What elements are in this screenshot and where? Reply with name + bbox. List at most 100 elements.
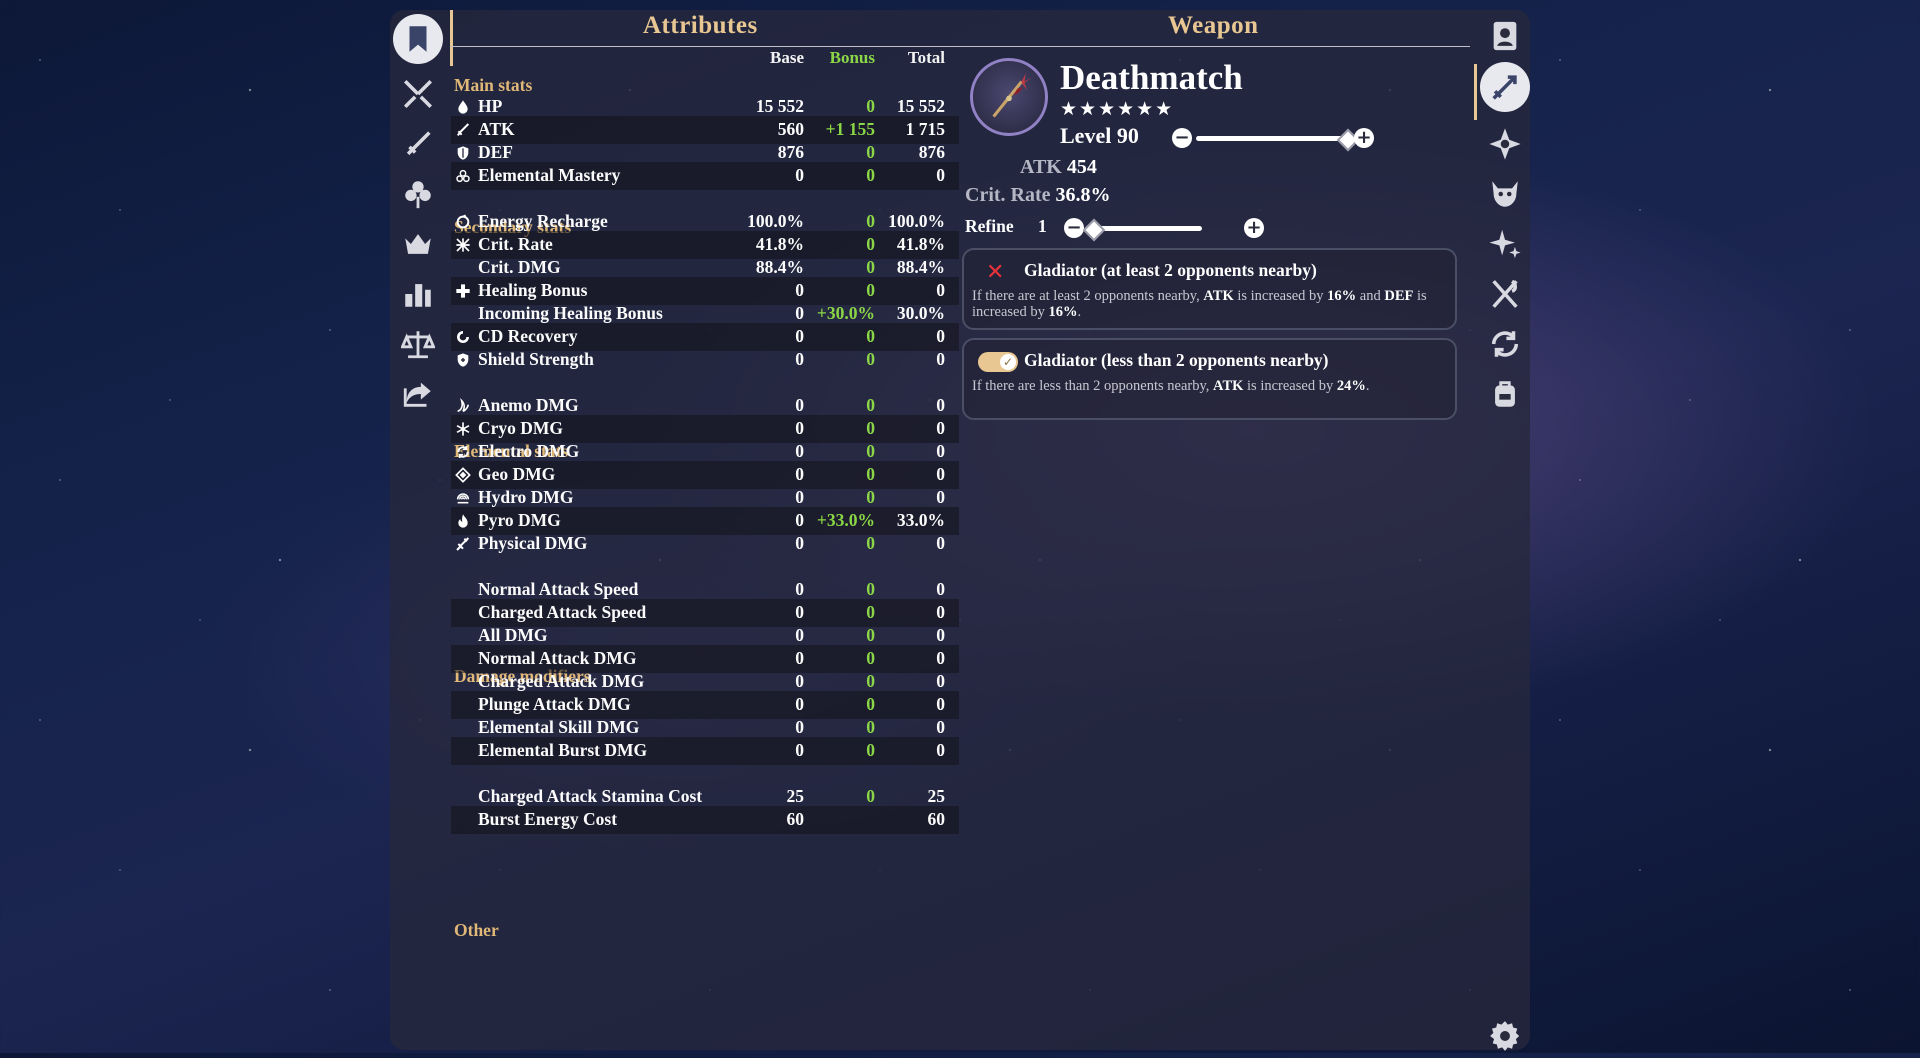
atk-sword-icon [454,121,472,139]
stat-total: 0 [936,349,945,369]
stat-bonus: 0 [866,786,875,806]
level-increase-button[interactable]: + [1354,128,1374,148]
nav-weapon-button[interactable] [1480,62,1530,112]
weapon-substat-label: Crit. Rate [965,184,1051,206]
stat-bonus: 0 [866,234,875,254]
stat-name: Plunge Attack DMG [478,694,631,714]
stat-base: 0 [795,487,804,507]
stat-base: 0 [795,694,804,714]
stat-row: Elemental Mastery 0 0 0 [451,162,959,190]
refine-slider-track[interactable] [1088,226,1202,231]
stat-base: 0 [795,165,804,185]
nav-character-button[interactable] [1478,14,1532,58]
passive-toggle[interactable]: ✓ [978,352,1018,372]
anemo-icon [454,397,472,415]
def-shield-icon [454,144,472,162]
passive-title: Gladiator (at least 2 opponents nearby) [1024,260,1317,280]
stat-bonus: 0 [866,625,875,645]
fork-knife-icon [1492,279,1518,308]
stat-name: Incoming Healing Bonus [478,303,663,323]
column-header-base: Base [770,48,804,67]
stat-bonus: 0 [866,740,875,760]
shield-strength-icon [454,351,472,369]
weapon-title: Weapon [1168,12,1259,39]
stat-base: 0 [795,326,804,346]
nav-stats-button[interactable] [390,272,446,316]
refine-decrease-button[interactable]: − [1064,218,1084,238]
level-slider-track[interactable] [1196,136,1348,141]
stat-bonus: +33.0% [816,510,875,530]
element-star-icon [1489,128,1521,160]
stat-base: 0 [795,533,804,553]
nav-constellation-button[interactable] [390,222,446,266]
nav-buffs-button[interactable] [1478,222,1532,266]
stat-name: HP [478,96,503,116]
nav-rotation-button[interactable] [1478,322,1532,366]
stat-base: 0 [795,395,804,415]
stat-base: 88.4% [755,257,804,277]
nav-bookmark-button[interactable] [393,14,443,64]
stat-base: 100.0% [747,211,804,231]
nav-artifact-button[interactable] [390,172,446,216]
header-divider [450,46,1470,47]
stat-base: 60 [786,809,805,829]
passive-card-active[interactable]: ✓ Gladiator (less than 2 opponents nearb… [962,338,1457,420]
stat-total: 0 [936,165,945,185]
stat-name: Hydro DMG [478,487,574,507]
stat-bonus: 0 [866,165,875,185]
inactive-x-icon[interactable]: ✕ [986,260,1004,285]
nav-compare-button[interactable] [390,322,446,366]
cryo-icon [454,420,472,438]
stat-bonus: 0 [866,533,875,553]
stat-base: 0 [795,464,804,484]
stat-name: Elemental Burst DMG [478,740,648,760]
stat-name: Shield Strength [478,349,594,369]
stat-base: 0 [795,579,804,599]
stat-name: Pyro DMG [478,510,561,530]
hydro-icon [454,489,472,507]
stat-total: 100.0% [888,211,945,231]
stat-bonus: 0 [866,602,875,622]
stat-name: Normal Attack DMG [478,648,637,668]
stat-name: CD Recovery [478,326,578,346]
elemental-mastery-icon [454,167,472,185]
nav-share-button[interactable] [390,372,446,416]
weapon-icon-frame[interactable] [970,58,1048,136]
level-decrease-button[interactable]: − [1172,128,1192,148]
stat-base: 876 [777,142,804,162]
stat-name: Energy Recharge [478,211,608,231]
weapon-atk-value: 454 [1066,156,1097,178]
nav-element-button[interactable] [1478,122,1532,166]
refine-slider-thumb[interactable] [1082,218,1106,242]
stat-name: Charged Attack Speed [478,602,647,622]
stat-base: 0 [795,625,804,645]
nav-settings-button[interactable] [1478,1014,1532,1058]
weapon-level: Level 90 [1060,123,1139,148]
stat-total: 0 [936,395,945,415]
stat-total: 41.8% [896,234,945,254]
stat-bonus: 0 [866,579,875,599]
passive-title: Gladiator (less than 2 opponents nearby) [1024,350,1329,370]
stat-base: 0 [795,671,804,691]
refine-increase-button[interactable]: + [1244,218,1264,238]
stat-bonus: 0 [866,671,875,691]
weapon-icon [1492,75,1517,100]
passive-card-inactive[interactable]: ✕ Gladiator (at least 2 opponents nearby… [962,248,1457,330]
stat-row: Elemental Burst DMG 0 0 0 [451,737,959,765]
stat-bonus: 0 [866,464,875,484]
nav-food-button[interactable] [1478,272,1532,316]
stat-bonus: 0 [866,487,875,507]
stat-base: 0 [795,648,804,668]
stat-total: 0 [936,671,945,691]
nav-sword-button[interactable] [390,122,446,166]
stat-name: Crit. Rate [478,234,553,254]
category-other: Other [454,920,499,940]
stat-total: 88.4% [896,257,945,277]
column-header-total: Total [907,48,945,67]
refresh-icon [1491,331,1519,357]
stat-base: 0 [795,717,804,737]
nav-inventory-button[interactable] [1478,372,1532,416]
nav-enemy-button[interactable] [1478,172,1532,216]
stat-bonus: 0 [866,694,875,714]
nav-crossed-swords-button[interactable] [390,72,446,116]
